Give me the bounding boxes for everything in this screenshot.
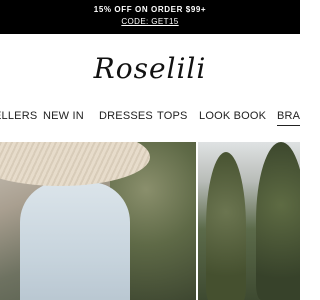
main-nav: ELLERS NEW IN DRESSES TOPS LOOK BOOK BRA… (0, 104, 300, 130)
nav-item-bestsellers[interactable]: ELLERS (0, 110, 37, 122)
photo-tree-right (256, 142, 300, 300)
promo-code-link[interactable]: CODE: GET15 (121, 17, 178, 26)
brand-logo[interactable]: Roselili (0, 52, 300, 85)
hero-photo-trees[interactable] (198, 142, 300, 300)
hero-gallery (0, 142, 300, 300)
photo-model-shirt (20, 182, 130, 300)
nav-item-brand[interactable]: BRAN (277, 110, 300, 126)
site-header: Roselili (0, 34, 300, 104)
promo-code-line: CODE: GET15 (0, 17, 300, 26)
photo-tree-left (206, 152, 246, 300)
hero-photo-model[interactable] (0, 142, 196, 300)
promo-bar: 15% OFF ON ORDER $99+ CODE: GET15 (0, 0, 300, 34)
promo-headline: 15% OFF ON ORDER $99+ (93, 5, 207, 14)
nav-item-dresses[interactable]: DRESSES (99, 110, 153, 122)
nav-item-tops[interactable]: TOPS (157, 110, 188, 122)
nav-item-new-in[interactable]: NEW IN (43, 110, 84, 122)
nav-item-look-book[interactable]: LOOK BOOK (199, 110, 266, 122)
